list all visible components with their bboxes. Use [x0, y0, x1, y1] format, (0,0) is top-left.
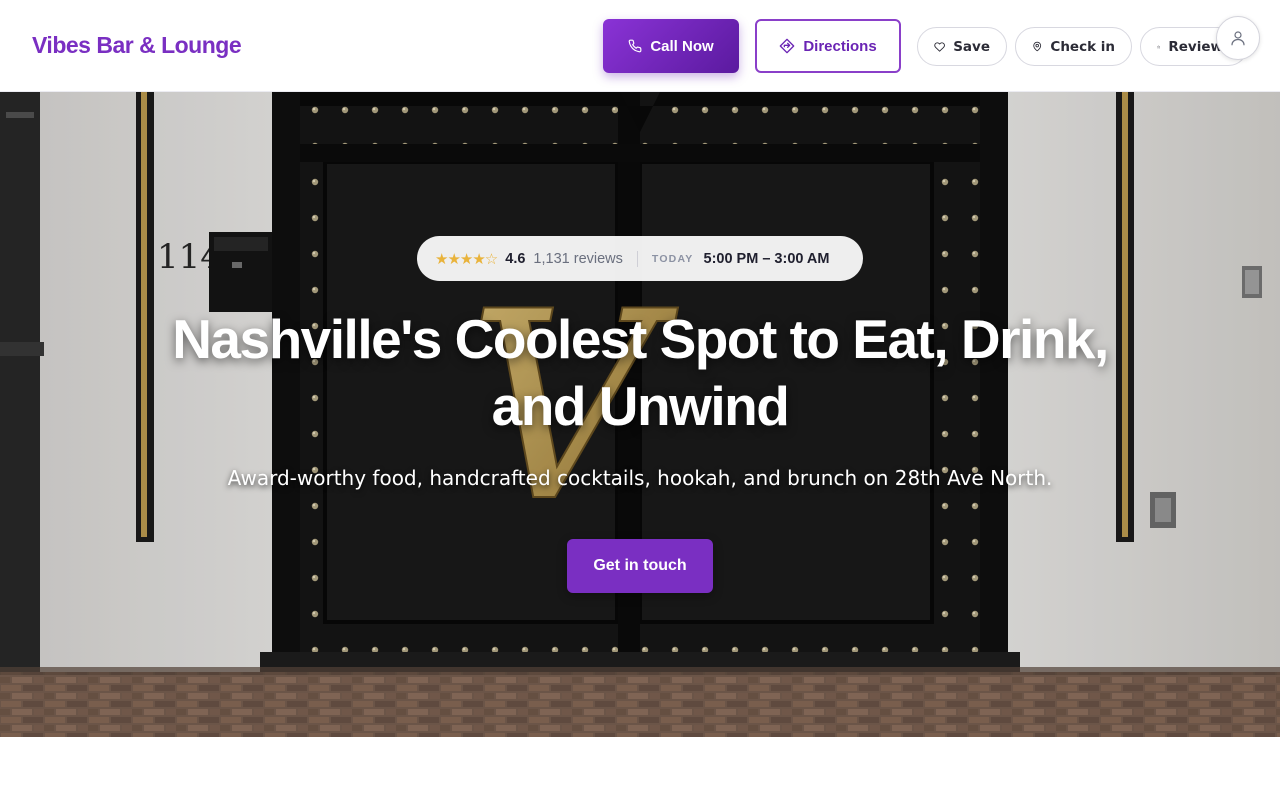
save-button[interactable]: Save [917, 27, 1007, 66]
map-pin-icon [1033, 41, 1042, 52]
hero-headline: Nashville's Coolest Spot to Eat, Drink, … [172, 308, 1109, 437]
rating-stars: ★★★★☆ [435, 250, 498, 268]
pill-divider [636, 250, 638, 267]
save-label: Save [953, 38, 990, 55]
rating-value: 4.6 [505, 250, 526, 267]
call-now-label: Call Now [650, 37, 714, 55]
check-in-button[interactable]: Check in [1015, 27, 1132, 66]
account-avatar-button[interactable] [1216, 16, 1260, 60]
hero-subheadline: Award-worthy food, handcrafted cocktails… [227, 466, 1053, 490]
brand-logo[interactable]: Vibes Bar & Lounge [32, 32, 242, 59]
site-header: Vibes Bar & Lounge Call Now Directions S… [0, 0, 1280, 92]
star-icon [1157, 44, 1161, 48]
phone-icon [628, 39, 642, 53]
opening-hours: 5:00 PM – 3:00 AM [703, 250, 830, 267]
call-now-button[interactable]: Call Now [603, 19, 739, 73]
hero-section: 114 V ★★★★☆ 4.6 1,131 reviews TODAY 5:00… [0, 92, 1280, 737]
directions-label: Directions [803, 37, 877, 55]
heart-icon [934, 41, 945, 52]
rating-hours-pill: ★★★★☆ 4.6 1,131 reviews TODAY 5:00 PM – … [417, 236, 863, 281]
get-in-touch-button[interactable]: Get in touch [567, 539, 713, 593]
user-icon [1231, 31, 1245, 46]
directions-button[interactable]: Directions [755, 19, 901, 73]
review-count[interactable]: 1,131 reviews [533, 251, 622, 267]
check-in-label: Check in [1050, 38, 1115, 55]
today-label: TODAY [651, 252, 694, 265]
directions-icon [779, 38, 795, 54]
